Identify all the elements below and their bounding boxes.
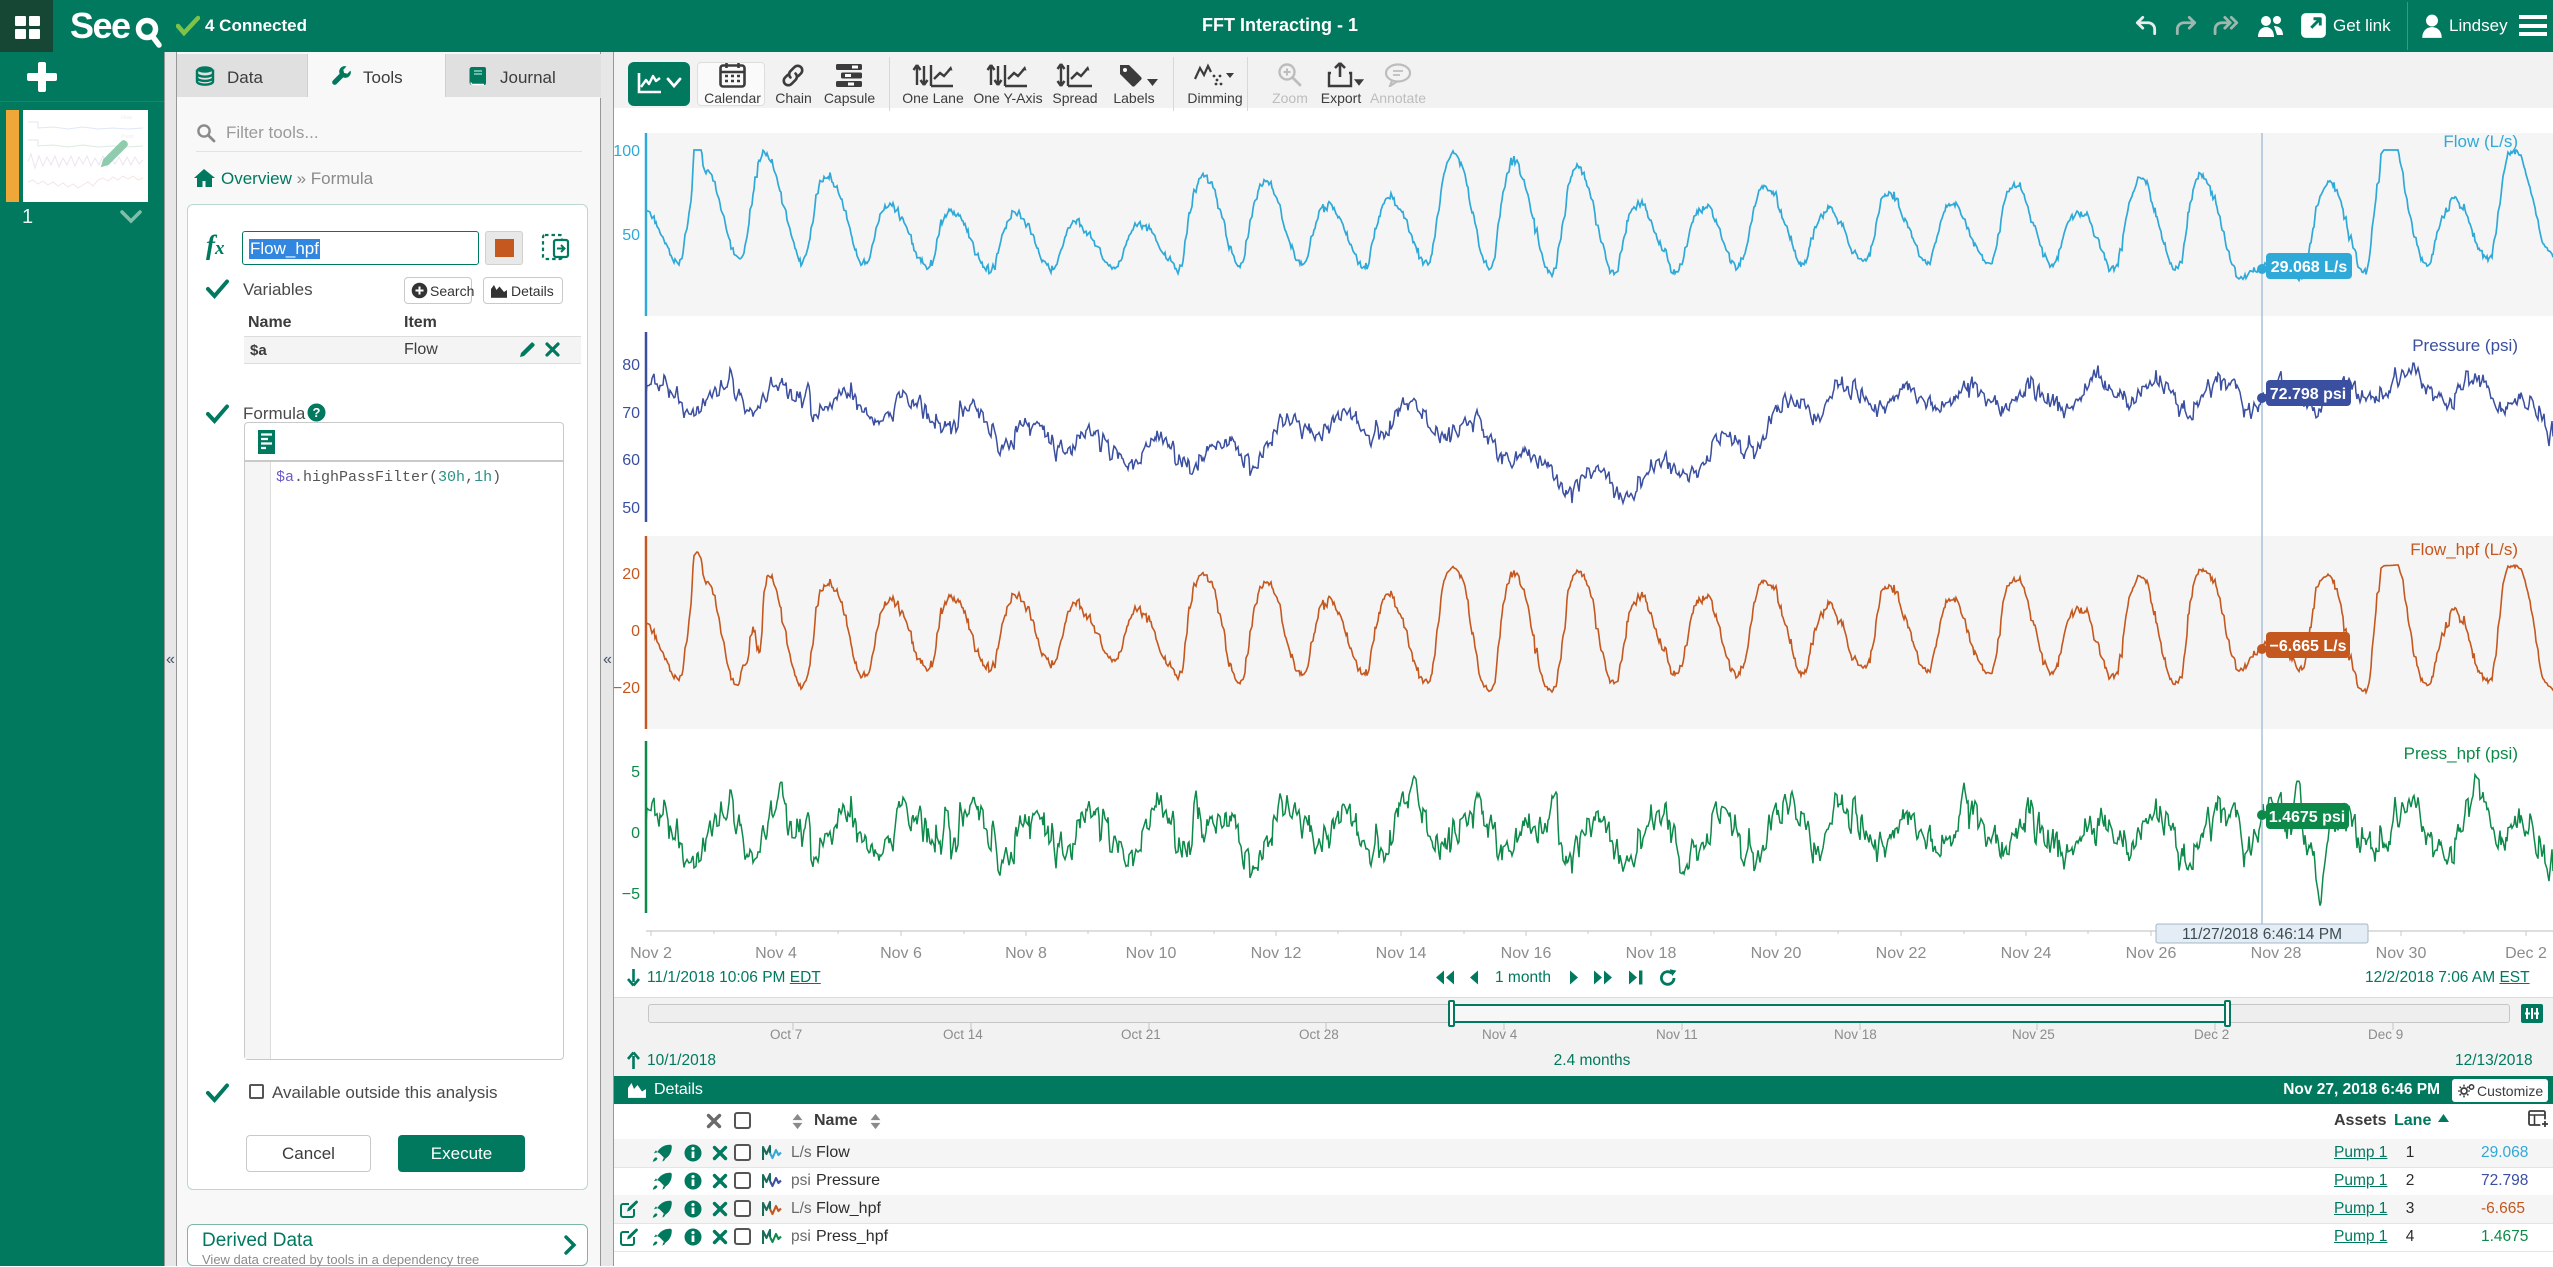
- svg-text:80: 80: [622, 357, 640, 374]
- svg-text:Nov 12: Nov 12: [1251, 945, 1302, 960]
- svg-text:Nov 8: Nov 8: [1005, 945, 1047, 960]
- svg-text:50: 50: [622, 227, 640, 244]
- svg-text:?: ?: [313, 405, 321, 420]
- svg-text:20: 20: [622, 566, 640, 583]
- svg-text:Nov 26: Nov 26: [2126, 945, 2177, 960]
- svg-text:Nov 18: Nov 18: [1626, 945, 1677, 960]
- svg-text:1.4675 psi: 1.4675 psi: [2269, 809, 2346, 826]
- svg-text:Nov 14: Nov 14: [1376, 945, 1427, 960]
- svg-text:Nov 30: Nov 30: [2376, 945, 2427, 960]
- svg-text:Nov 4: Nov 4: [755, 945, 797, 960]
- svg-text:Nov 10: Nov 10: [1126, 945, 1177, 960]
- svg-text:60: 60: [622, 452, 640, 469]
- svg-text:Nov 2: Nov 2: [630, 945, 672, 960]
- svg-text:Nov 16: Nov 16: [1501, 945, 1552, 960]
- svg-text:See: See: [70, 5, 130, 46]
- svg-text:70: 70: [622, 405, 640, 422]
- svg-text:50: 50: [622, 500, 640, 517]
- svg-text:0: 0: [631, 825, 640, 842]
- svg-text:Pressure (psi): Pressure (psi): [2412, 336, 2518, 355]
- svg-text:0: 0: [631, 623, 640, 640]
- svg-text:Nov 20: Nov 20: [1751, 945, 1802, 960]
- svg-text:Dec 2: Dec 2: [2505, 945, 2547, 960]
- svg-text:−20: −20: [614, 680, 640, 697]
- svg-text:29.068 L/s: 29.068 L/s: [2271, 259, 2348, 276]
- svg-text:11/27/2018 6:46:14 PM: 11/27/2018 6:46:14 PM: [2182, 926, 2342, 943]
- svg-text:Nov 28: Nov 28: [2251, 945, 2302, 960]
- svg-text:Flow (L/s): Flow (L/s): [2443, 132, 2518, 151]
- svg-text:Nov 6: Nov 6: [880, 945, 922, 960]
- svg-text:100: 100: [614, 143, 640, 160]
- svg-text:5: 5: [631, 764, 640, 781]
- svg-text:−5: −5: [622, 886, 640, 903]
- svg-text:−6.665 L/s: −6.665 L/s: [2270, 638, 2347, 655]
- svg-text:Flow: Flow: [121, 115, 132, 121]
- svg-text:Press_hpf (psi): Press_hpf (psi): [2404, 744, 2518, 763]
- svg-text:Flow_hpf (L/s): Flow_hpf (L/s): [2410, 540, 2518, 559]
- svg-text:Nov 22: Nov 22: [1876, 945, 1927, 960]
- svg-text:72.798 psi: 72.798 psi: [2270, 386, 2347, 403]
- svg-text:Nov 24: Nov 24: [2001, 945, 2052, 960]
